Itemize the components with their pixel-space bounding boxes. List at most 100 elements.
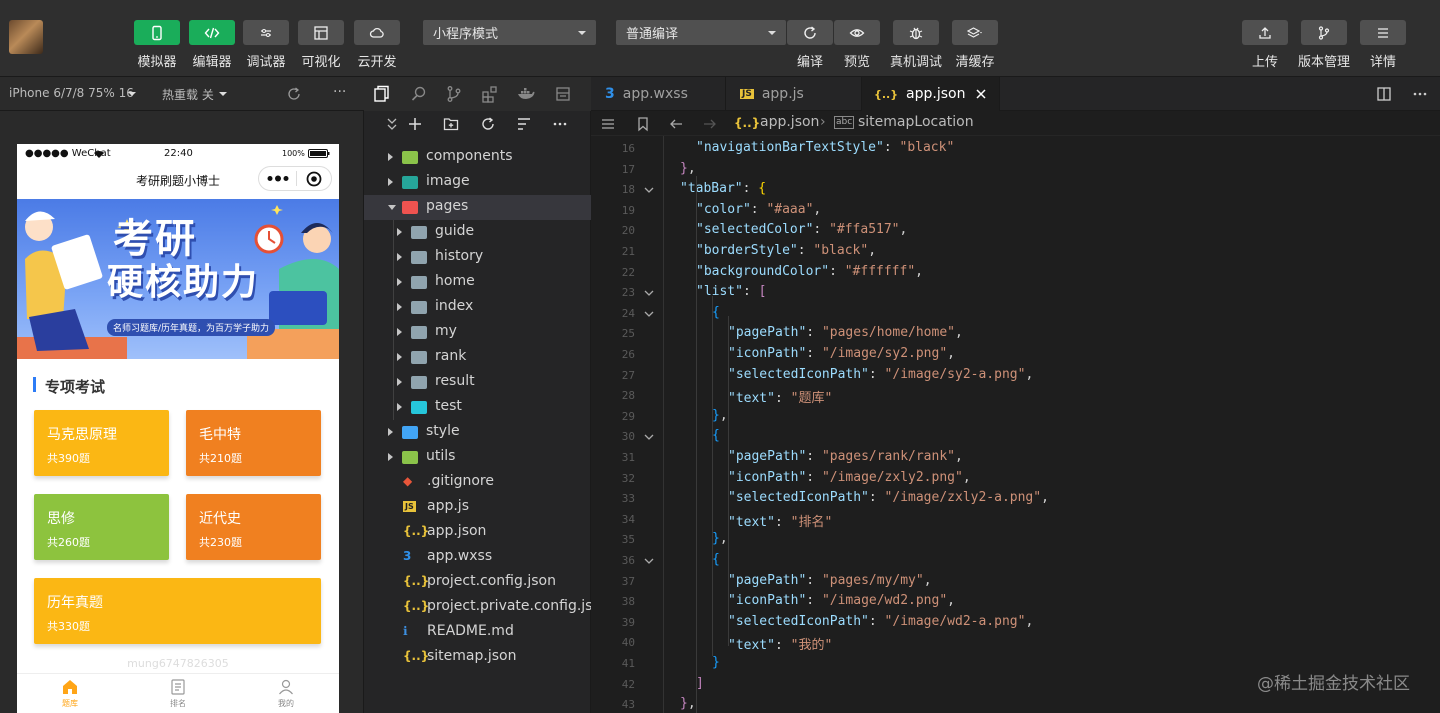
breadcrumb-symbol[interactable]: sitemapLocation xyxy=(858,114,974,130)
list-icon[interactable] xyxy=(600,116,616,132)
subject-card[interactable]: 马克思原理 共390题 xyxy=(34,410,169,476)
filter-icon[interactable] xyxy=(516,116,532,132)
chevron-right-icon[interactable] xyxy=(397,278,402,286)
folder-item[interactable]: test xyxy=(364,395,591,420)
device-select[interactable]: iPhone 6/7/8 75% 16 xyxy=(9,86,134,100)
promo-banner[interactable]: 考研 硬核助力 名师习题库/历年真题，为百万学子助力 xyxy=(17,199,339,359)
tab-app-wxss[interactable]: 3 app.wxss xyxy=(591,77,726,111)
folder-item[interactable]: guide xyxy=(364,220,591,245)
close-mini-program-icon[interactable] xyxy=(306,171,322,187)
clear-cache-button[interactable] xyxy=(952,20,998,45)
folder-item[interactable]: history xyxy=(364,245,591,270)
user-avatar[interactable] xyxy=(9,20,43,54)
preview-button[interactable] xyxy=(834,20,880,45)
version-management-button[interactable] xyxy=(1301,20,1347,45)
chevron-right-icon[interactable] xyxy=(397,328,402,336)
refresh-icon[interactable] xyxy=(286,86,302,102)
folder-item[interactable]: my xyxy=(364,320,591,345)
file-item[interactable]: {..} project.config.json xyxy=(364,570,591,595)
extensions-icon[interactable] xyxy=(481,85,499,103)
visual-toggle-button[interactable] xyxy=(298,20,344,45)
chevron-right-icon[interactable] xyxy=(388,178,393,186)
folder-item[interactable]: rank xyxy=(364,345,591,370)
new-folder-icon[interactable] xyxy=(443,116,459,132)
more-icon[interactable] xyxy=(552,116,568,132)
folder-item[interactable]: image xyxy=(364,170,591,195)
chevron-right-icon[interactable] xyxy=(388,428,393,436)
mode-select[interactable]: 小程序模式 xyxy=(423,20,596,45)
file-item[interactable]: ℹ README.md xyxy=(364,620,591,645)
folder-item[interactable]: pages xyxy=(364,195,591,220)
chevron-right-icon[interactable] xyxy=(397,403,402,411)
folder-icon xyxy=(411,276,427,289)
breadcrumb-file[interactable]: app.json xyxy=(760,114,819,130)
file-item[interactable]: {..} sitemap.json xyxy=(364,645,591,670)
tab-mine[interactable]: 我的 xyxy=(256,678,316,709)
more-options-button[interactable]: ··· xyxy=(333,84,346,100)
upload-button[interactable] xyxy=(1242,20,1288,45)
code-editor[interactable]: "navigationBarTextStyle": "black"}, "tabB… xyxy=(663,136,1440,713)
subject-card[interactable]: 毛中特 共210题 xyxy=(186,410,321,476)
subject-count: 共330题 xyxy=(47,620,90,633)
subject-card[interactable]: 思修 共260题 xyxy=(34,494,169,560)
compile-mode-select[interactable]: 普通编译 xyxy=(616,20,786,45)
tab-rank[interactable]: 排名 xyxy=(148,678,208,709)
folder-item[interactable]: index xyxy=(364,295,591,320)
folder-item[interactable]: result xyxy=(364,370,591,395)
source-control-icon[interactable] xyxy=(445,85,463,103)
chevron-down-icon[interactable] xyxy=(388,205,396,210)
hot-reload-toggle[interactable]: 热重载 关 xyxy=(162,86,214,103)
layout-icon xyxy=(314,25,328,40)
search-icon[interactable] xyxy=(410,85,428,103)
folder-item[interactable]: home xyxy=(364,270,591,295)
add-file-icon[interactable] xyxy=(407,116,423,132)
docker-icon[interactable] xyxy=(517,85,535,103)
file-item[interactable]: {..} project.private.config.js... xyxy=(364,595,606,620)
files-icon[interactable] xyxy=(373,85,391,103)
chevron-right-icon[interactable] xyxy=(397,253,402,261)
close-icon[interactable] xyxy=(975,88,987,100)
chevron-right-icon[interactable] xyxy=(397,303,402,311)
collapse-icon[interactable] xyxy=(384,116,400,132)
fold-chevron-icon[interactable] xyxy=(643,184,655,196)
chevron-right-icon[interactable] xyxy=(388,453,393,461)
fold-chevron-icon[interactable] xyxy=(643,308,655,320)
compile-button[interactable] xyxy=(787,20,833,45)
debugger-toggle-button[interactable] xyxy=(243,20,289,45)
file-item[interactable]: JS app.js xyxy=(364,495,591,520)
cloud-dev-button[interactable] xyxy=(354,20,400,45)
file-item[interactable]: 3 app.wxss xyxy=(364,545,591,570)
fold-chevron-icon[interactable] xyxy=(643,431,655,443)
subject-card[interactable]: 历年真题 共330题 xyxy=(34,578,321,644)
more-dots-icon[interactable] xyxy=(267,175,289,182)
more-icon[interactable] xyxy=(1412,86,1428,102)
tab-app-json[interactable]: {..} app.json xyxy=(862,77,1000,111)
file-item[interactable]: ◆ .gitignore xyxy=(364,470,591,495)
fold-chevron-icon[interactable] xyxy=(643,287,655,299)
forward-arrow-icon[interactable] xyxy=(702,116,718,132)
simulator-toggle-button[interactable] xyxy=(134,20,180,45)
details-button[interactable] xyxy=(1360,20,1406,45)
refresh-icon[interactable] xyxy=(480,116,496,132)
folder-item[interactable]: style xyxy=(364,420,591,445)
outline-icon[interactable] xyxy=(554,85,572,103)
chevron-right-icon[interactable] xyxy=(388,153,393,161)
editor-toggle-button[interactable] xyxy=(189,20,235,45)
tab-question-bank[interactable]: 题库 xyxy=(40,678,100,709)
back-arrow-icon[interactable] xyxy=(668,116,684,132)
bookmark-icon[interactable] xyxy=(635,116,651,132)
tab-app-js[interactable]: JS app.js xyxy=(726,77,862,111)
chevron-right-icon[interactable] xyxy=(397,353,402,361)
fold-chevron-icon[interactable] xyxy=(643,555,655,567)
real-device-debug-button[interactable] xyxy=(893,20,939,45)
folder-item[interactable]: utils xyxy=(364,445,591,470)
bug-icon xyxy=(909,27,923,39)
split-editor-icon[interactable] xyxy=(1376,86,1392,102)
chevron-right-icon[interactable] xyxy=(397,378,402,386)
folder-item[interactable]: components xyxy=(364,145,591,170)
code-line: "selectedIconPath": "/image/zxly2-a.png"… xyxy=(728,490,1049,506)
menu-capsule[interactable] xyxy=(258,166,332,191)
subject-card[interactable]: 近代史 共230题 xyxy=(186,494,321,560)
chevron-right-icon[interactable] xyxy=(397,228,402,236)
file-item[interactable]: {..} app.json xyxy=(364,520,591,545)
